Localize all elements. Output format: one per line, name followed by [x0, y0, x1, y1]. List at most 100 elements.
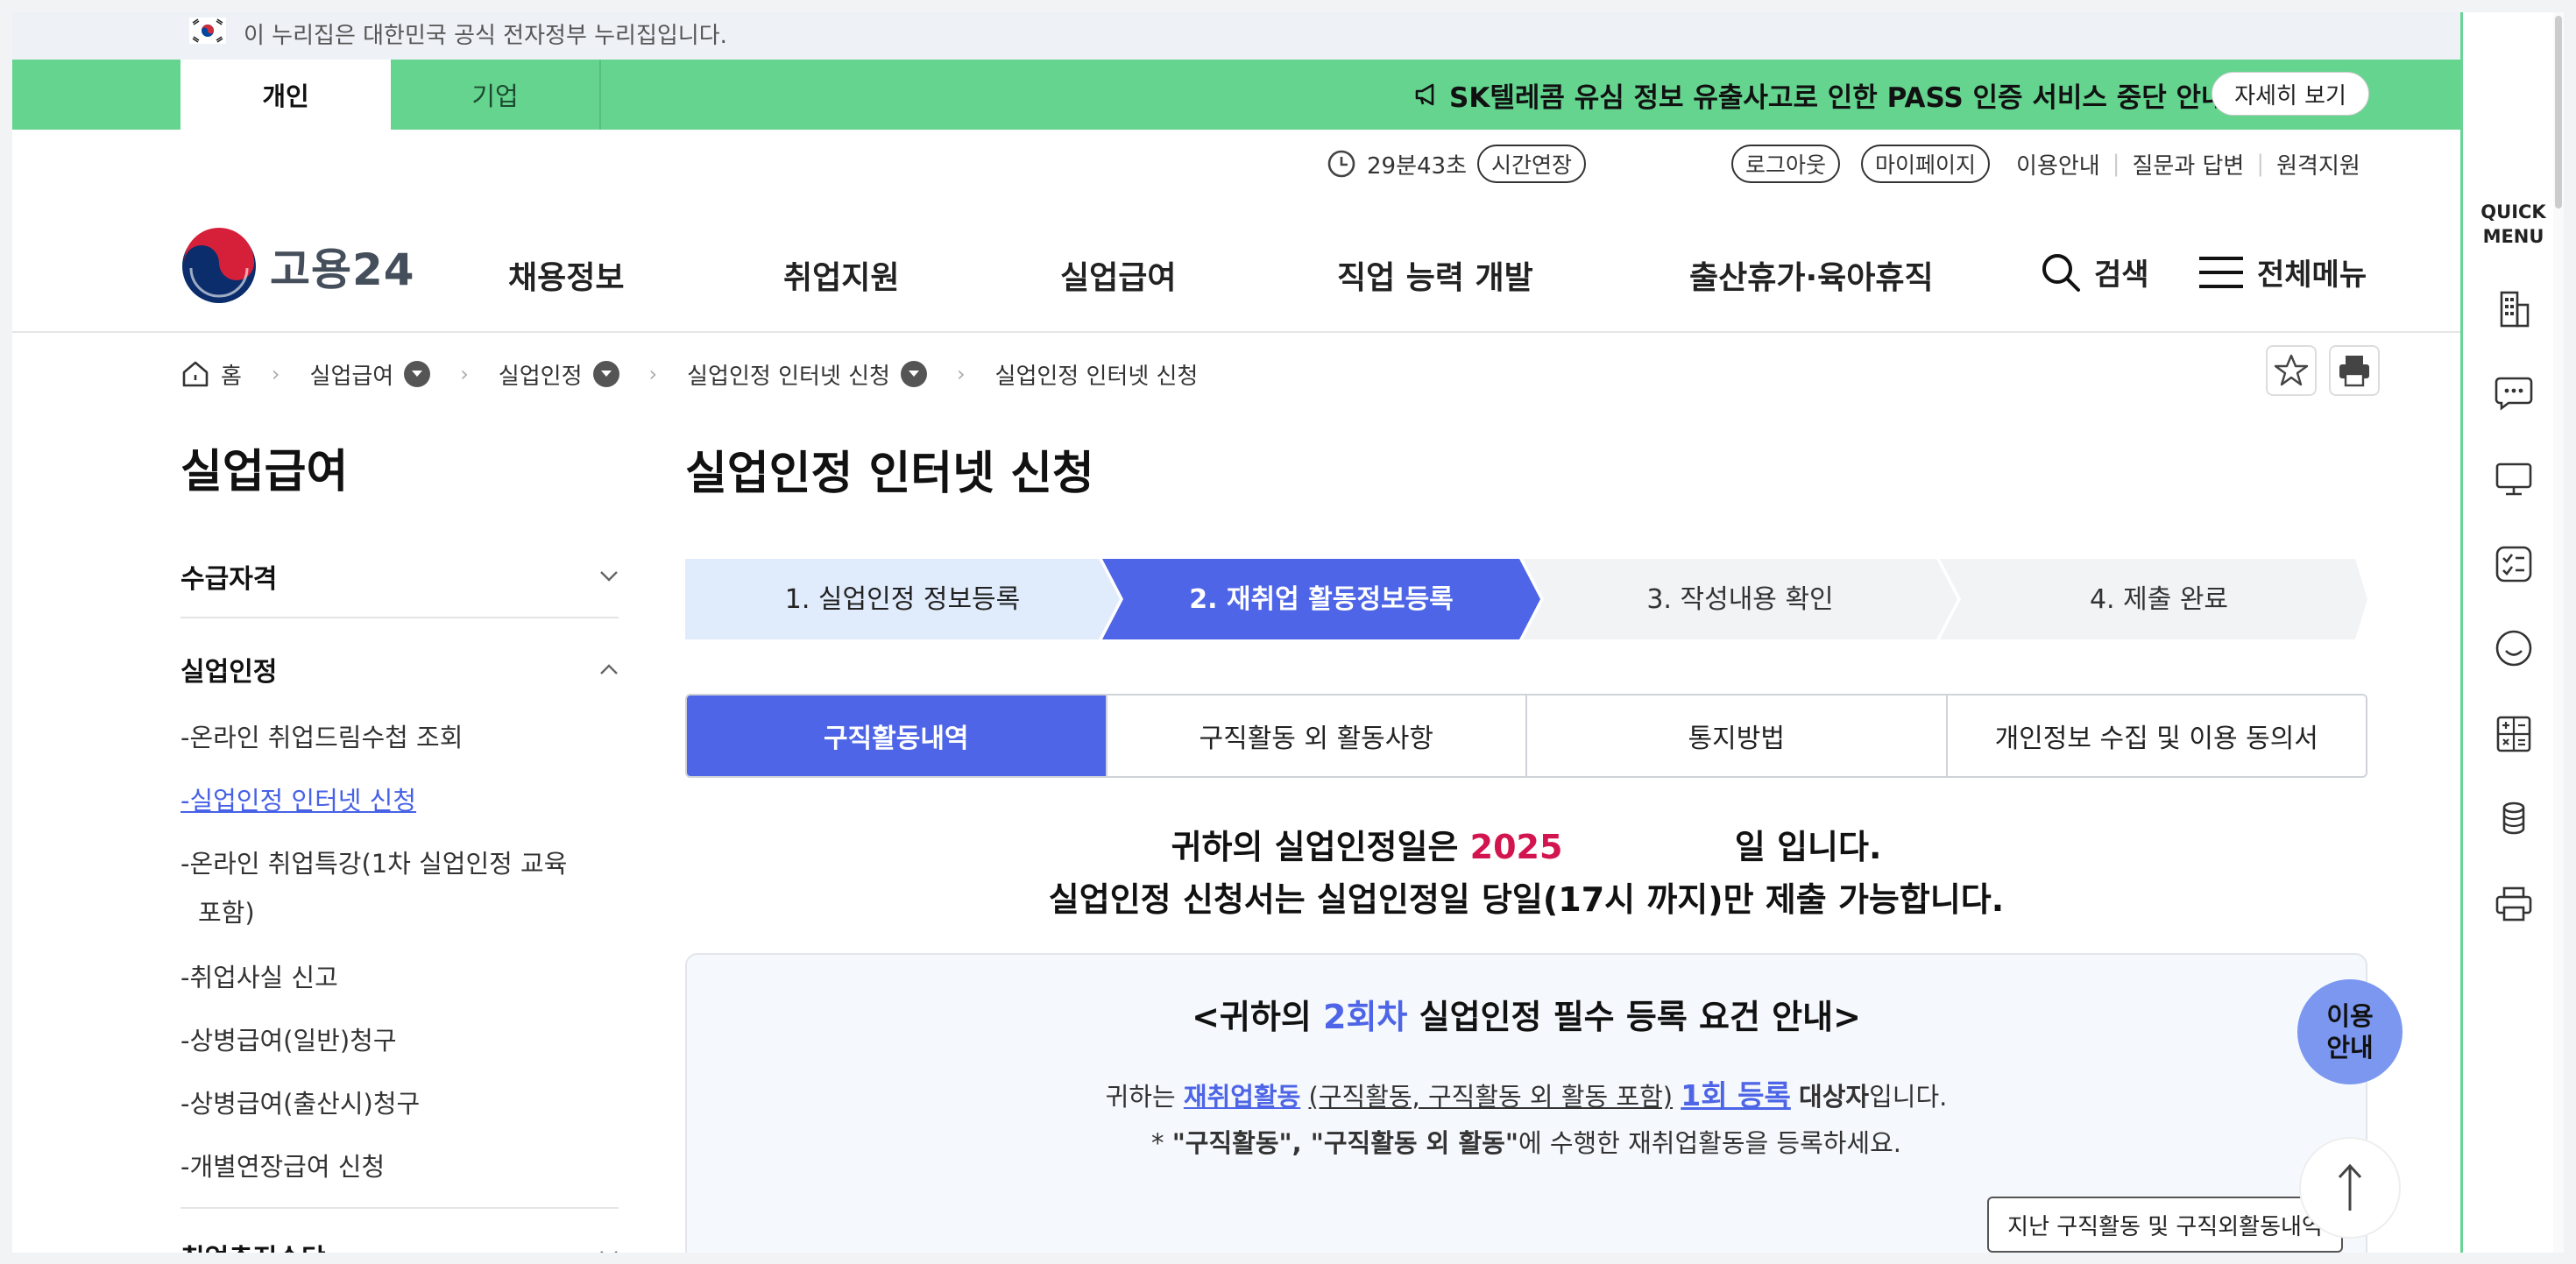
step-label: 4. 제출 완료	[2090, 584, 2228, 615]
notice-detail-button[interactable]: 자세히 보기	[2212, 72, 2369, 116]
lnb-item[interactable]: -상병급여(일반)청구	[180, 1016, 619, 1065]
logo-text: 고용24	[270, 244, 415, 295]
step-label: 3. 작성내용 확인	[1646, 584, 1833, 615]
tab-job-search[interactable]: 구직활동내역	[687, 696, 1106, 776]
quick-menu-title-l2: MENU	[2482, 226, 2544, 247]
text: 대상자	[1799, 1082, 1870, 1112]
breadcrumb: 홈 › 실업급여 › 실업인정 › 실업인정 인터넷 신청 › 실업인정 인터넷…	[180, 354, 1198, 394]
breadcrumb-item[interactable]: 실업급여	[310, 358, 394, 391]
session-timer: 29분43초 시간연장	[1327, 144, 1587, 184]
lnb-section-promotion[interactable]: 취업촉진수당	[180, 1237, 619, 1253]
favorite-button[interactable]	[2266, 345, 2317, 396]
all-menu-label: 전체메뉴	[2257, 258, 2367, 293]
requirement-title: <귀하의 2회차 실업인정 필수 등록 요건 안내>	[687, 990, 2366, 1038]
extend-session-button[interactable]: 시간연장	[1477, 145, 1587, 183]
lnb-title: 실업급여	[180, 446, 349, 498]
requirement-title-post: 실업인정 필수 등록 요건 안내>	[1419, 998, 1861, 1036]
guide-link[interactable]: 이용안내	[2016, 148, 2100, 180]
gnb-item-employment-support[interactable]: 취업지원	[783, 252, 899, 298]
lnb-item-active[interactable]: -실업인정 인터넷 신청	[180, 776, 619, 825]
lnb-item[interactable]: -온라인 취업드림수첩 조회	[180, 713, 619, 762]
recognition-year: 2025	[1469, 828, 1563, 866]
chevron-right-icon: ›	[648, 362, 658, 386]
search-button[interactable]: 검색	[2040, 251, 2149, 293]
tab-notification[interactable]: 통지방법	[1525, 696, 1946, 776]
checklist-icon[interactable]	[2493, 543, 2535, 585]
lnb-section-label: 수급자격	[180, 564, 278, 595]
chevron-down-icon[interactable]	[592, 361, 619, 387]
help-guide-button[interactable]: 이용 안내	[2297, 979, 2403, 1084]
divider: |	[2112, 151, 2120, 177]
lnb-divider	[180, 1207, 619, 1209]
past-activities-button[interactable]: 지난 구직활동 및 구직외활동내역	[1987, 1197, 2343, 1253]
reemployment-activity-link[interactable]: 재취업활동	[1184, 1082, 1300, 1112]
page-title: 실업인정 인터넷 신청	[685, 448, 1094, 500]
breadcrumb-home[interactable]: 홈	[221, 358, 242, 391]
tab-privacy-consent[interactable]: 개인정보 수집 및 이용 동의서	[1945, 696, 2366, 776]
lnb-item[interactable]: -상병급여(출산시)청구	[180, 1079, 619, 1128]
breadcrumb-current: 실업인정 인터넷 신청	[994, 363, 1199, 390]
msg-text: 일 입니다.	[1734, 828, 1882, 866]
logout-button[interactable]: 로그아웃	[1731, 145, 1841, 183]
breadcrumb-item[interactable]: 실업인정 인터넷 신청	[687, 358, 890, 391]
page-scrollbar[interactable]	[2553, 12, 2564, 1253]
lnb-section-recognition[interactable]: 실업인정	[180, 650, 619, 688]
breadcrumb-item[interactable]: 실업인정	[499, 358, 583, 391]
scroll-top-button[interactable]	[2299, 1137, 2401, 1239]
asterisk: *	[1150, 1128, 1164, 1158]
scrollbar-thumb[interactable]	[2555, 16, 2562, 208]
gnb-item-skills[interactable]: 직업 능력 개발	[1337, 252, 1533, 298]
megaphone-icon	[1415, 83, 1434, 106]
logo-mark-icon	[182, 228, 256, 303]
mypage-button[interactable]: 마이페이지	[1861, 145, 1991, 183]
text: 귀하는	[1105, 1082, 1176, 1112]
tab-company[interactable]: 기업	[391, 60, 601, 130]
lnb-item[interactable]: -온라인 취업특강(1차 실업인정 교육 포함)	[180, 839, 619, 937]
requirement-box: <귀하의 2회차 실업인정 필수 등록 요건 안내> 귀하는 재취업활동 (구직…	[685, 953, 2367, 1253]
chevron-right-icon: ›	[956, 362, 966, 386]
coins-icon[interactable]	[2493, 797, 2535, 839]
notice-text: SK텔레콤 유심 정보 유출사고로 인한 PASS 인증 서비스 중단 안내	[1449, 81, 2226, 114]
chevron-down-icon[interactable]	[900, 361, 927, 387]
utility-nav: 로그아웃 마이페이지 이용안내 | 질문과 답변 | 원격지원	[1731, 144, 2360, 184]
registration-count-link[interactable]: 1회 등록	[1681, 1078, 1791, 1112]
activity-tabs: 구직활동내역 구직활동 외 활동사항 통지방법 개인정보 수집 및 이용 동의서	[685, 694, 2367, 778]
requirement-text: 귀하는 재취업활동 (구직활동, 구직활동 외 활동 포함) 1회 등록 대상자…	[687, 1072, 2366, 1114]
lnb-item[interactable]: -개별연장급여 신청	[180, 1142, 619, 1191]
session-time: 29분43초	[1367, 152, 1468, 180]
print-button[interactable]	[2329, 345, 2380, 396]
notice[interactable]: SK텔레콤 유심 정보 유출사고로 인한 PASS 인증 서비스 중단 안내	[1414, 60, 2226, 130]
site-logo[interactable]: 고용24	[180, 228, 415, 305]
tab-personal[interactable]: 개인	[180, 60, 391, 130]
building-icon[interactable]	[2493, 287, 2535, 329]
printer-icon[interactable]	[2493, 883, 2535, 925]
tab-other-activities[interactable]: 구직활동 외 활동사항	[1105, 696, 1525, 776]
gnb-item-leave[interactable]: 출산휴가·육아휴직	[1689, 252, 1934, 298]
chevron-right-icon: ›	[460, 362, 469, 386]
monitor-icon[interactable]	[2493, 457, 2535, 499]
lnb-item[interactable]: -취업사실 신고	[180, 953, 619, 1002]
lnb-section-eligibility[interactable]: 수급자격	[180, 557, 619, 596]
msg-text: 귀하의 실업인정일은	[1171, 828, 1459, 866]
smile-icon[interactable]	[2493, 627, 2535, 669]
clock-icon	[1327, 150, 1355, 178]
chat-icon[interactable]	[2493, 371, 2535, 413]
text: "구직활동", "구직활동 외 활동"	[1171, 1128, 1518, 1158]
calculator-icon[interactable]	[2493, 713, 2535, 755]
requirement-note: * "구직활동", "구직활동 외 활동"에 수행한 재취업활동을 등록하세요.	[687, 1123, 2366, 1160]
remote-support-link[interactable]: 원격지원	[2276, 148, 2360, 180]
gov-banner: 이 누리집은 대한민국 공식 전자정부 누리집입니다.	[12, 12, 2460, 60]
text: (구직활동, 구직활동 외 활동 포함)	[1308, 1082, 1674, 1112]
chevron-down-icon[interactable]	[404, 361, 431, 387]
all-menu-button[interactable]: 전체메뉴	[2197, 251, 2367, 293]
gov-banner-text: 이 누리집은 대한민국 공식 전자정부 누리집입니다.	[244, 23, 727, 49]
top-notice-bar: 개인 기업 SK텔레콤 유심 정보 유출사고로 인한 PASS 인증 서비스 중…	[12, 60, 2460, 130]
gnb-item-unemployment-benefit[interactable]: 실업급여	[1060, 252, 1176, 298]
chevron-right-icon: ›	[271, 362, 280, 386]
browser-viewport: 이 누리집은 대한민국 공식 전자정부 누리집입니다. 개인 기업 SK텔레콤 …	[12, 12, 2564, 1253]
qna-link[interactable]: 질문과 답변	[2132, 148, 2244, 180]
quick-menu-title: QUICK MENU	[2463, 200, 2564, 249]
requirement-title-pre: <귀하의	[1192, 998, 1312, 1036]
gnb-item-jobs[interactable]: 채용정보	[508, 252, 624, 298]
divider: |	[2256, 151, 2265, 177]
